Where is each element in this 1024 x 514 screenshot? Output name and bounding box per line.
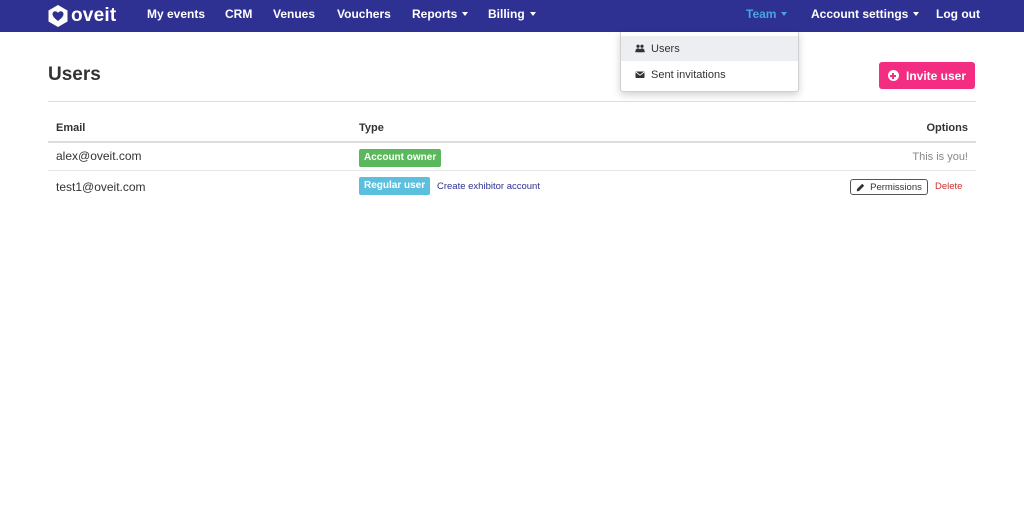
table-header-divider xyxy=(48,141,976,143)
regular-user-badge: Regular user xyxy=(359,177,431,195)
caret-down-icon xyxy=(462,12,469,16)
invite-user-label: Invite user xyxy=(905,68,967,83)
account-owner-badge: Account owner xyxy=(359,149,442,167)
row-email: test1@oveit.com xyxy=(56,180,146,194)
column-header-type: Type xyxy=(359,122,384,134)
nav-team[interactable]: Team xyxy=(746,0,788,32)
nav-my-events[interactable]: My events xyxy=(147,0,205,32)
caret-down-icon xyxy=(529,12,536,16)
nav-account-settings[interactable]: Account settings xyxy=(811,0,920,32)
nav-reports[interactable]: Reports xyxy=(412,0,469,32)
top-navbar: oveit My events CRM Venues Vouchers Repo… xyxy=(0,0,1024,32)
nav-venues[interactable]: Venues xyxy=(273,0,315,32)
row-email: alex@oveit.com xyxy=(56,149,142,163)
nav-billing[interactable]: Billing xyxy=(488,0,536,32)
nav-crm[interactable]: CRM xyxy=(225,0,252,32)
brand-logo-link[interactable]: oveit xyxy=(47,3,116,29)
invite-user-button[interactable]: Invite user xyxy=(879,62,975,89)
dropdown-item-users[interactable]: Users xyxy=(621,36,798,61)
dropdown-item-users-label: Users xyxy=(651,42,680,55)
column-header-options: Options xyxy=(926,122,968,134)
team-dropdown-menu: Users Sent invitations xyxy=(620,32,799,92)
caret-down-icon xyxy=(781,12,788,16)
nav-vouchers[interactable]: Vouchers xyxy=(337,0,391,32)
row-divider xyxy=(48,170,976,171)
nav-billing-label: Billing xyxy=(488,7,525,21)
permissions-button[interactable]: Permissions xyxy=(850,179,928,195)
pencil-icon xyxy=(856,183,865,191)
plus-circle-icon xyxy=(887,70,899,81)
dropdown-item-sent-invitations-label: Sent invitations xyxy=(651,68,726,81)
column-header-email: Email xyxy=(56,122,86,134)
create-exhibitor-account-link[interactable]: Create exhibitor account xyxy=(437,181,540,192)
this-is-you-note: This is you! xyxy=(912,151,968,163)
permissions-label: Permissions xyxy=(870,181,922,193)
delete-user-link[interactable]: Delete xyxy=(935,181,962,192)
dropdown-item-sent-invitations[interactable]: Sent invitations xyxy=(621,62,798,87)
nav-logout[interactable]: Log out xyxy=(936,0,980,32)
nav-account-settings-label: Account settings xyxy=(811,7,909,21)
envelope-icon xyxy=(635,71,645,78)
oveit-logo-icon xyxy=(48,5,68,27)
nav-team-label: Team xyxy=(746,7,777,21)
caret-down-icon xyxy=(913,12,920,16)
nav-reports-label: Reports xyxy=(412,7,458,21)
page-title: Users xyxy=(48,64,101,85)
users-icon xyxy=(635,44,645,53)
header-divider xyxy=(48,101,976,102)
brand-name: oveit xyxy=(71,5,117,26)
